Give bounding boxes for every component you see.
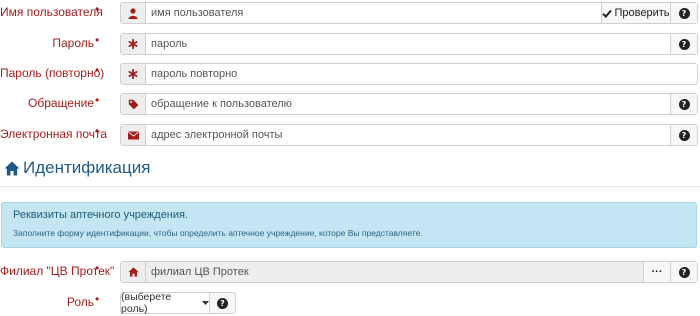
caret-down-icon (202, 301, 209, 305)
password-repeat-input-group (120, 63, 698, 85)
password-input[interactable] (147, 34, 669, 54)
email-row: Электронная почта • ? (0, 124, 700, 146)
required-marker: • (95, 292, 100, 306)
email-label: Электронная почта (0, 127, 108, 141)
required-marker: • (95, 124, 100, 138)
role-selected-value: (выберете роль) (121, 291, 172, 315)
asterisk-icon (121, 64, 146, 84)
section-divider (0, 186, 700, 187)
check-username-label: Проверить (614, 7, 670, 19)
password-label: Пароль (52, 36, 94, 50)
email-input-group: ? (120, 124, 698, 146)
required-marker: • (95, 261, 100, 275)
username-row: Имя пользователя • Проверить ? (0, 2, 700, 24)
registration-form: Имя пользователя • Проверить ? Пароль • (0, 0, 700, 316)
branch-input-group: ··· ? (120, 261, 698, 283)
check-username-button[interactable]: Проверить (601, 3, 670, 23)
envelope-icon (121, 125, 146, 145)
password-row: Пароль • ? (0, 33, 700, 55)
question-icon: ? (678, 7, 690, 19)
username-label: Имя пользователя (0, 5, 103, 19)
branch-help-button[interactable]: ? (670, 262, 697, 282)
home-icon (121, 262, 146, 282)
salutation-row: Обращение • ? (0, 93, 700, 115)
home-icon (4, 161, 20, 176)
ellipsis-icon: ··· (651, 266, 663, 278)
password-help-button[interactable]: ? (670, 34, 697, 54)
role-dropdown[interactable]: (выберете роль) (120, 291, 210, 315)
branch-label: Филиал "ЦВ Протек" (0, 264, 115, 278)
branch-row: Филиал "ЦВ Протек" • ··· ? (0, 261, 700, 283)
tag-icon (121, 94, 146, 114)
password-repeat-label: Пароль (повторно) (0, 66, 105, 80)
password-repeat-row: Пароль (повторно) • (0, 63, 700, 85)
role-row: Роль • (выберете роль) ? (0, 291, 700, 315)
username-help-button[interactable]: ? (670, 3, 697, 23)
branch-input[interactable] (147, 262, 642, 282)
info-alert: Реквизиты аптечного учреждения. Заполнит… (1, 202, 697, 248)
alert-title: Реквизиты аптечного учреждения. (13, 209, 189, 221)
question-icon: ? (678, 98, 690, 110)
question-icon: ? (678, 129, 690, 141)
section-title-text: Идентификация (23, 158, 151, 177)
branch-browse-button[interactable]: ··· (643, 262, 670, 282)
required-marker: • (95, 63, 100, 77)
username-input[interactable] (147, 3, 600, 23)
salutation-input[interactable] (147, 94, 669, 114)
question-icon: ? (678, 38, 690, 50)
asterisk-icon (121, 34, 146, 54)
checkmark-icon (602, 9, 613, 18)
password-input-group: ? (120, 33, 698, 55)
question-icon: ? (678, 266, 690, 278)
salutation-input-group: ? (120, 93, 698, 115)
salutation-help-button[interactable]: ? (670, 94, 697, 114)
password-repeat-input[interactable] (147, 64, 695, 84)
required-marker: • (95, 2, 100, 16)
question-icon: ? (217, 297, 228, 309)
user-icon (121, 3, 146, 23)
salutation-label: Обращение (28, 96, 94, 110)
role-label: Роль (66, 295, 94, 309)
email-help-button[interactable]: ? (670, 125, 697, 145)
identification-section-title: Идентификация (4, 156, 150, 180)
email-input[interactable] (147, 125, 669, 145)
username-input-group: Проверить ? (120, 2, 698, 24)
role-help-button[interactable]: ? (209, 292, 236, 314)
alert-text: Заполните форму идентификации, чтобы опр… (13, 228, 423, 238)
required-marker: • (95, 93, 100, 107)
required-marker: • (95, 33, 100, 47)
